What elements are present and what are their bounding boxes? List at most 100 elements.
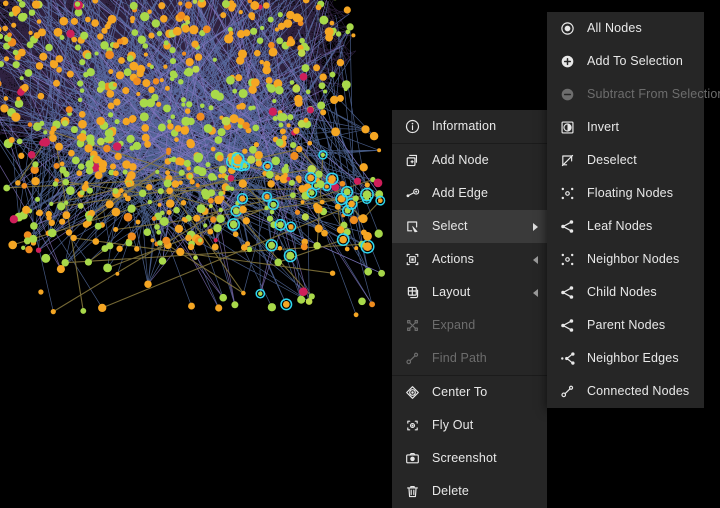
- graph-node[interactable]: [344, 189, 351, 196]
- graph-node[interactable]: [148, 87, 155, 94]
- graph-node[interactable]: [49, 202, 53, 206]
- graph-node[interactable]: [113, 98, 120, 105]
- graph-node[interactable]: [144, 280, 152, 288]
- graph-node[interactable]: [230, 187, 234, 191]
- menu-item-delete[interactable]: Delete: [392, 475, 547, 508]
- graph-node[interactable]: [348, 201, 355, 208]
- graph-node[interactable]: [103, 145, 111, 153]
- graph-node[interactable]: [80, 88, 85, 93]
- graph-node[interactable]: [66, 30, 74, 38]
- graph-node[interactable]: [319, 82, 326, 89]
- graph-node[interactable]: [140, 12, 149, 21]
- graph-node[interactable]: [59, 17, 68, 26]
- graph-node[interactable]: [68, 150, 75, 157]
- graph-node[interactable]: [139, 190, 147, 198]
- graph-node[interactable]: [137, 70, 144, 77]
- graph-node[interactable]: [160, 211, 165, 216]
- graph-node[interactable]: [274, 259, 282, 267]
- graph-node[interactable]: [226, 76, 235, 85]
- graph-node[interactable]: [330, 21, 335, 26]
- graph-node[interactable]: [175, 225, 183, 233]
- graph-node[interactable]: [108, 112, 113, 117]
- graph-node[interactable]: [286, 41, 292, 47]
- graph-node[interactable]: [365, 182, 370, 187]
- graph-node[interactable]: [115, 272, 119, 276]
- graph-node[interactable]: [239, 89, 248, 98]
- graph-node[interactable]: [33, 123, 41, 131]
- graph-node[interactable]: [245, 241, 250, 246]
- graph-node[interactable]: [4, 56, 9, 61]
- graph-node[interactable]: [113, 42, 119, 48]
- graph-node[interactable]: [78, 98, 83, 103]
- graph-node[interactable]: [30, 222, 38, 230]
- graph-node[interactable]: [251, 106, 255, 110]
- graph-node[interactable]: [113, 227, 118, 232]
- graph-node[interactable]: [286, 123, 290, 127]
- graph-node[interactable]: [32, 0, 40, 8]
- graph-node[interactable]: [39, 53, 47, 61]
- graph-node[interactable]: [360, 217, 364, 221]
- graph-node[interactable]: [43, 130, 47, 134]
- graph-node[interactable]: [263, 61, 270, 68]
- graph-node[interactable]: [203, 223, 207, 227]
- graph-node[interactable]: [155, 170, 159, 174]
- graph-node[interactable]: [25, 69, 33, 77]
- graph-node[interactable]: [158, 2, 165, 9]
- graph-node[interactable]: [268, 42, 275, 49]
- graph-node[interactable]: [172, 180, 180, 188]
- graph-node[interactable]: [266, 83, 271, 88]
- graph-node[interactable]: [208, 105, 213, 110]
- graph-node[interactable]: [336, 31, 341, 36]
- graph-node[interactable]: [13, 50, 19, 56]
- graph-node[interactable]: [4, 96, 9, 101]
- graph-node[interactable]: [53, 181, 58, 186]
- graph-node[interactable]: [328, 175, 336, 183]
- graph-node[interactable]: [126, 176, 131, 181]
- graph-node[interactable]: [95, 171, 103, 179]
- graph-node[interactable]: [276, 37, 283, 44]
- graph-node[interactable]: [21, 246, 25, 250]
- graph-node[interactable]: [148, 33, 154, 39]
- graph-node[interactable]: [116, 246, 122, 252]
- graph-node[interactable]: [170, 58, 176, 64]
- graph-node[interactable]: [263, 2, 270, 9]
- graph-node[interactable]: [21, 84, 28, 91]
- graph-node[interactable]: [97, 33, 103, 39]
- graph-node[interactable]: [286, 252, 294, 260]
- graph-node[interactable]: [377, 148, 381, 152]
- graph-node[interactable]: [299, 38, 305, 44]
- graph-node[interactable]: [49, 134, 57, 142]
- graph-node[interactable]: [196, 113, 204, 121]
- graph-node[interactable]: [271, 202, 277, 208]
- graph-node[interactable]: [53, 80, 60, 87]
- graph-node[interactable]: [163, 65, 167, 69]
- graph-node[interactable]: [143, 228, 151, 236]
- graph-node[interactable]: [148, 200, 153, 205]
- graph-node[interactable]: [313, 64, 320, 71]
- graph-node[interactable]: [66, 106, 73, 113]
- submenu-item-child-nodes[interactable]: Child Nodes: [547, 276, 704, 309]
- graph-node[interactable]: [378, 198, 383, 203]
- graph-node[interactable]: [86, 215, 92, 221]
- graph-node[interactable]: [213, 58, 217, 62]
- graph-node[interactable]: [358, 298, 366, 306]
- graph-node[interactable]: [124, 68, 132, 76]
- graph-node[interactable]: [198, 238, 202, 242]
- graph-node[interactable]: [129, 62, 138, 71]
- graph-node[interactable]: [243, 164, 247, 168]
- graph-node[interactable]: [181, 102, 185, 106]
- graph-node[interactable]: [283, 301, 290, 308]
- graph-node[interactable]: [313, 242, 320, 249]
- menu-item-add-node[interactable]: Add Node: [392, 144, 547, 177]
- graph-node[interactable]: [133, 142, 141, 150]
- graph-node[interactable]: [78, 120, 87, 129]
- graph-node[interactable]: [125, 239, 132, 246]
- graph-node[interactable]: [290, 152, 298, 160]
- graph-node[interactable]: [57, 202, 65, 210]
- graph-node[interactable]: [270, 210, 274, 214]
- graph-node[interactable]: [316, 4, 322, 10]
- graph-node[interactable]: [321, 153, 325, 157]
- graph-node[interactable]: [84, 144, 92, 152]
- graph-node[interactable]: [141, 124, 149, 132]
- graph-node[interactable]: [302, 213, 309, 220]
